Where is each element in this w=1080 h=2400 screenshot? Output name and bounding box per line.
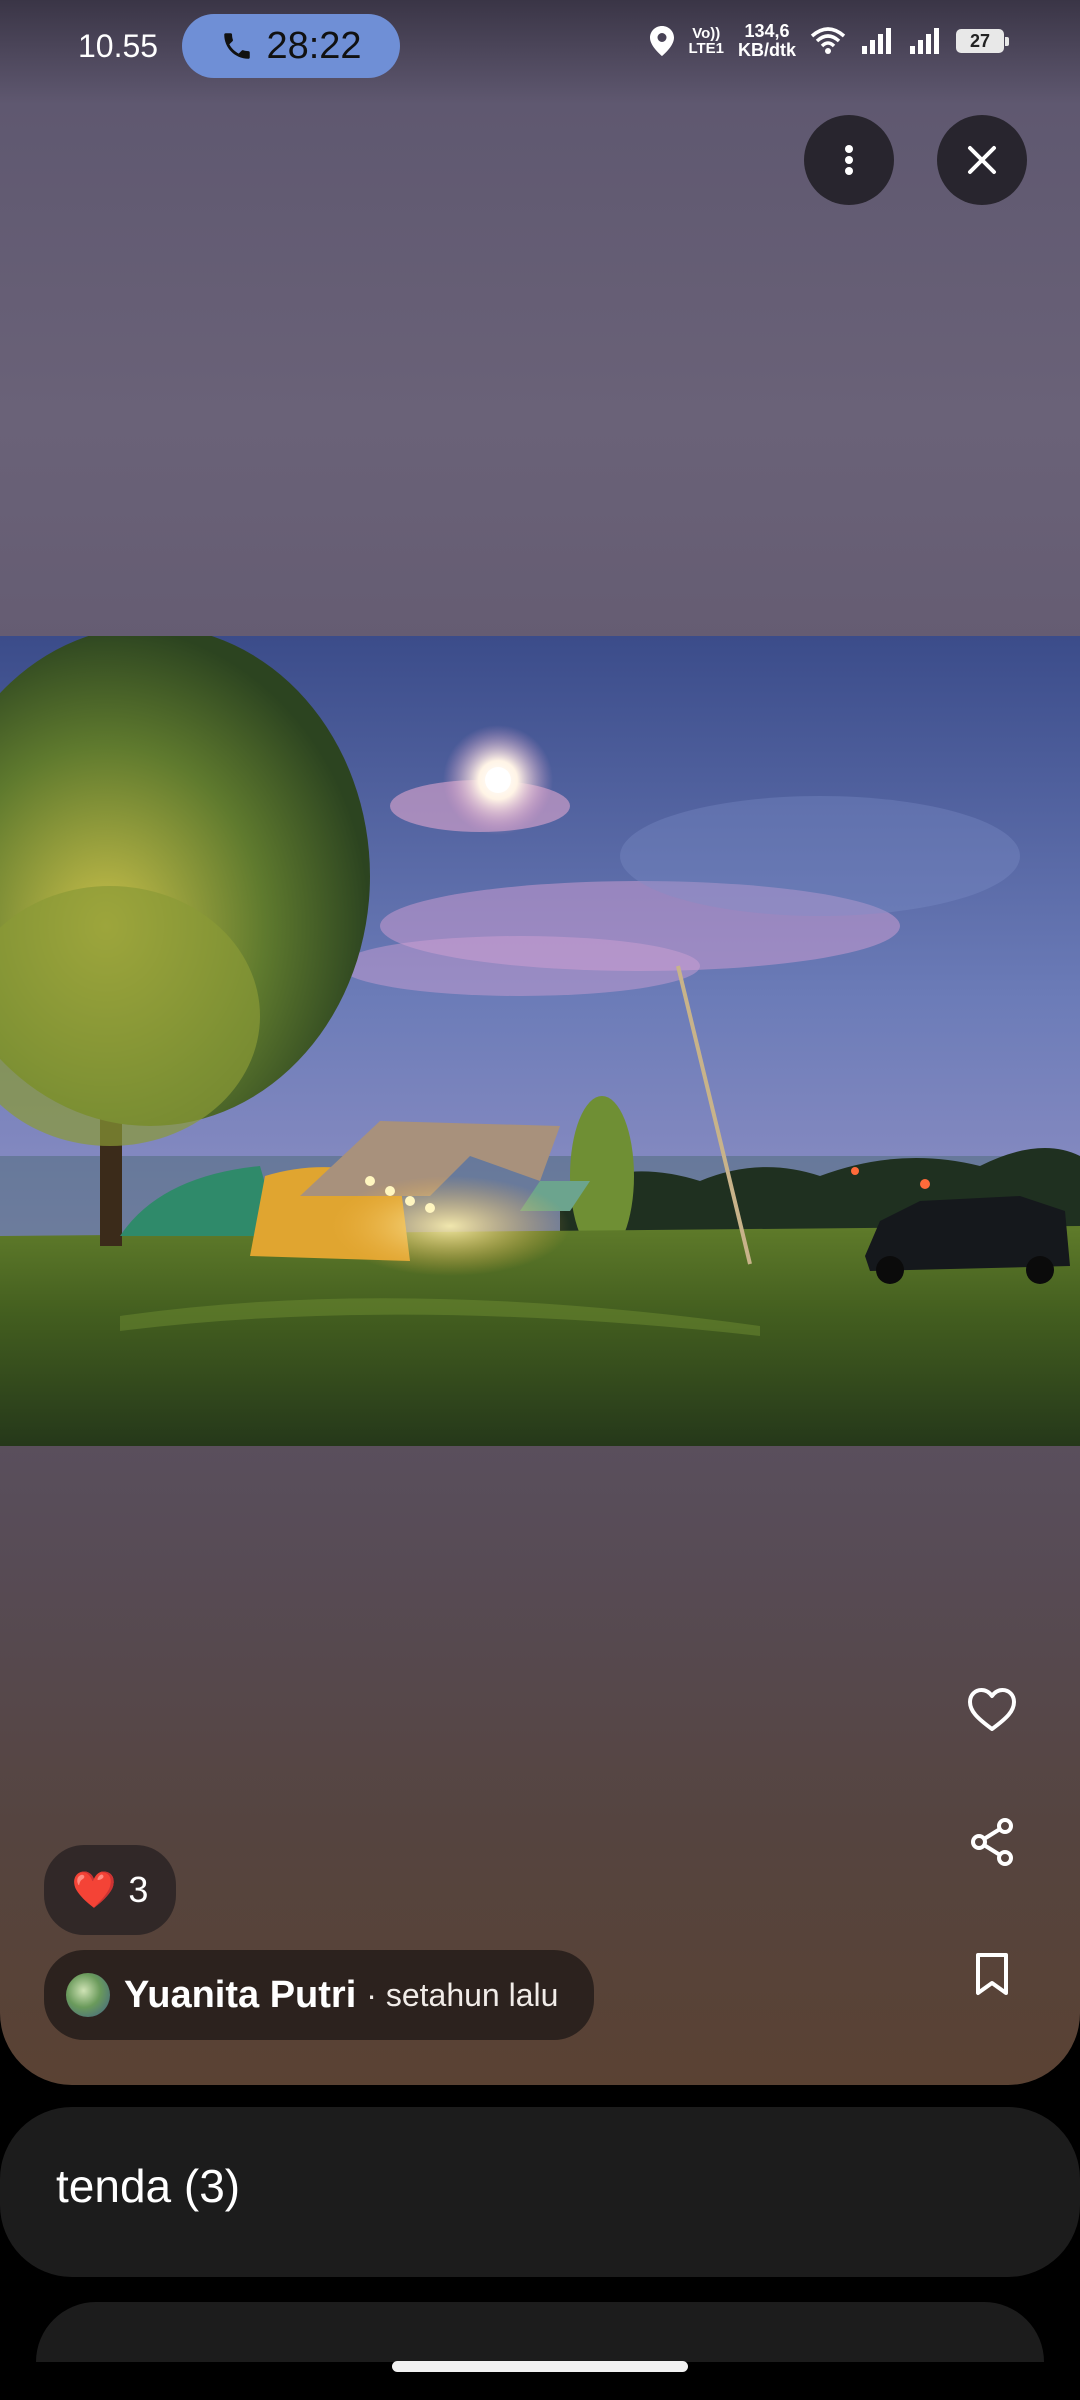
more-vertical-icon [845, 145, 853, 175]
screen: 10.55 28:22 Vo)) LTE1 134,6 KB/dtk 27 ❤️… [0, 0, 1080, 2400]
battery-indicator: 27 [956, 29, 1009, 53]
heart-emoji-icon: ❤️ [71, 1869, 117, 1910]
phone-icon [224, 33, 251, 59]
home-indicator[interactable] [392, 2361, 688, 2372]
share-icon [971, 1818, 1013, 1866]
share-button[interactable] [950, 1800, 1034, 1884]
author-chip[interactable]: Yuanita Putri · setahun lalu [44, 1950, 594, 2040]
bookmark-icon [976, 1953, 1008, 1995]
volte-indicator: Vo)) LTE1 [688, 25, 724, 57]
avatar [66, 1973, 110, 2017]
camping-night-photo [0, 636, 1080, 1446]
more-options-button[interactable] [804, 115, 894, 205]
bookmark-button[interactable] [950, 1932, 1034, 2016]
status-time: 10.55 [78, 28, 159, 64]
status-bar: 10.55 28:22 Vo)) LTE1 134,6 KB/dtk 27 [0, 0, 1080, 95]
like-button[interactable] [950, 1668, 1034, 1752]
ongoing-call-chip[interactable]: 28:22 [182, 14, 400, 78]
signal-1-icon [860, 26, 894, 56]
call-timer: 28:22 [266, 24, 362, 67]
close-button[interactable] [937, 115, 1027, 205]
signal-2-icon [908, 26, 942, 56]
post-photo[interactable] [0, 636, 1080, 1446]
next-card-peek[interactable] [36, 2302, 1044, 2362]
close-icon [968, 146, 996, 174]
reactions-count: 3 [128, 1869, 149, 1910]
heart-outline-icon [968, 1688, 1016, 1731]
wifi-icon [810, 26, 846, 56]
location-icon [650, 26, 675, 56]
album-card[interactable]: tenda (3) [0, 2107, 1080, 2277]
author-name: Yuanita Putri [124, 1973, 357, 2016]
album-title: tenda (3) [56, 2160, 241, 2212]
photo-viewer: 10.55 28:22 Vo)) LTE1 134,6 KB/dtk 27 ❤️… [0, 0, 1080, 2085]
network-speed: 134,6 KB/dtk [738, 21, 796, 60]
post-time: · setahun lalu [366, 1976, 559, 2013]
reactions-chip[interactable]: ❤️ 3 [44, 1845, 176, 1935]
